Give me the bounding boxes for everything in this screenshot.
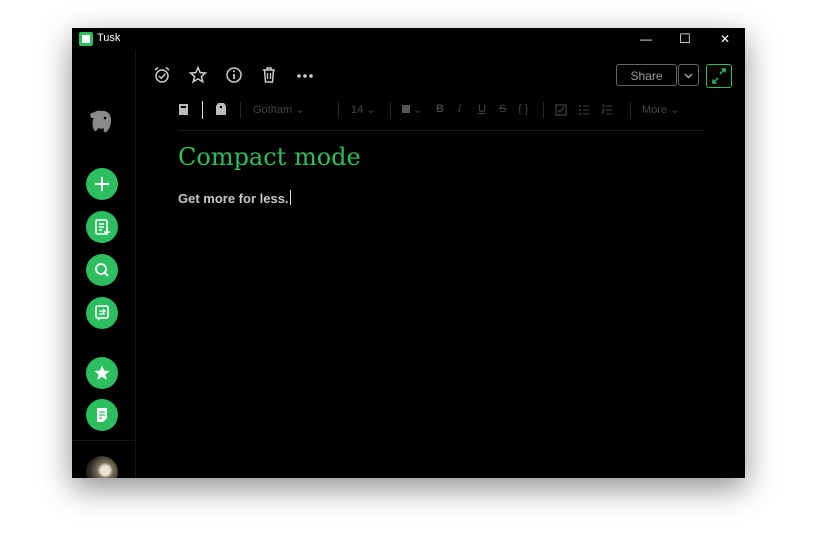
- notebook-icon: [97, 408, 107, 422]
- strikethrough-button[interactable]: S: [499, 103, 506, 115]
- toolbar-cursor-divider: [202, 101, 203, 119]
- minimize-button[interactable]: —: [626, 28, 666, 50]
- tag-icon[interactable]: [215, 102, 227, 116]
- app-title: Tusk: [97, 32, 121, 44]
- notebook-selector-icon[interactable]: [178, 103, 190, 116]
- checkbox-icon[interactable]: [555, 104, 567, 116]
- maximize-button[interactable]: ☐: [665, 28, 705, 50]
- note-add-icon: [95, 219, 110, 235]
- app-window: Tusk — ☐ ✕ Share Gotham ⌄ 14 ⌄ ⌄ B I U S…: [72, 28, 745, 478]
- trash-icon[interactable]: [259, 65, 279, 85]
- more-formatting-button[interactable]: More ⌄: [642, 103, 679, 116]
- sidebar-divider: [72, 440, 135, 441]
- more-icon[interactable]: [295, 65, 315, 85]
- toolbar-underline: [178, 130, 704, 131]
- text-color-button[interactable]: ⌄: [402, 103, 422, 116]
- share-dropdown-button[interactable]: [678, 64, 699, 86]
- app-icon: [79, 32, 93, 46]
- color-swatch-icon: [402, 105, 410, 113]
- title-bar: Tusk — ☐ ✕: [72, 28, 745, 50]
- star-icon[interactable]: [188, 65, 208, 85]
- note-body[interactable]: Get more for less.: [178, 190, 291, 206]
- new-note-button[interactable]: [86, 168, 118, 200]
- expand-icon: [712, 68, 726, 84]
- bullet-list-icon[interactable]: [578, 104, 590, 116]
- star-icon: [94, 365, 110, 380]
- formatting-toolbar: Gotham ⌄ 14 ⌄ ⌄ B I U S { } More ⌄: [178, 100, 704, 122]
- font-select[interactable]: Gotham ⌄: [253, 103, 304, 116]
- notebooks-button[interactable]: [86, 399, 118, 431]
- sidebar: [72, 50, 136, 478]
- toolbar-divider: [390, 102, 391, 118]
- plus-icon: [95, 177, 109, 191]
- work-chat-button[interactable]: [86, 297, 118, 329]
- toolbar-divider: [338, 102, 339, 118]
- reminder-icon[interactable]: [152, 65, 172, 85]
- shortcuts-button[interactable]: [86, 357, 118, 389]
- toolbar-divider: [630, 102, 631, 118]
- search-icon: [95, 263, 109, 277]
- search-button[interactable]: [86, 254, 118, 286]
- text-cursor: [289, 190, 291, 205]
- chat-icon: [95, 305, 109, 321]
- toolbar-divider: [240, 102, 241, 118]
- font-size-select[interactable]: 14 ⌄: [351, 103, 376, 116]
- share-button[interactable]: Share: [616, 64, 677, 86]
- bold-button[interactable]: B: [436, 103, 444, 115]
- info-icon[interactable]: [224, 65, 244, 85]
- numbered-list-icon[interactable]: [601, 104, 613, 116]
- italic-button[interactable]: I: [458, 103, 461, 115]
- avatar[interactable]: [86, 456, 118, 478]
- elephant-logo-icon: [90, 110, 111, 133]
- toolbar-divider: [543, 102, 544, 118]
- code-block-button[interactable]: { }: [518, 103, 528, 115]
- underline-button[interactable]: U: [478, 103, 486, 115]
- notes-button[interactable]: [86, 211, 118, 243]
- note-title[interactable]: Compact mode: [178, 143, 361, 171]
- close-button[interactable]: ✕: [705, 28, 745, 50]
- expand-button[interactable]: [706, 64, 732, 88]
- chevron-down-icon: [684, 73, 693, 79]
